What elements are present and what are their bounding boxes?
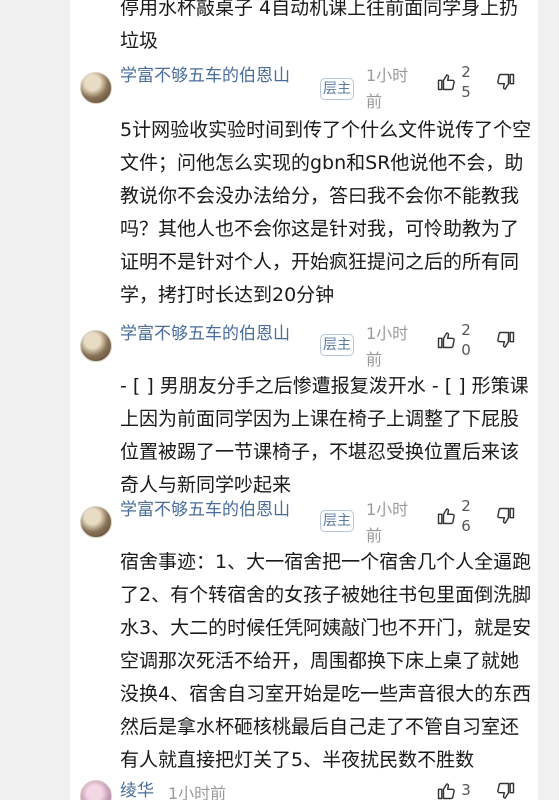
thumbs-down-icon[interactable]: [496, 781, 516, 800]
username[interactable]: 绫华: [120, 778, 160, 800]
floor-owner-badge: 层主: [320, 78, 354, 100]
like-count: 3: [461, 781, 471, 799]
avatar[interactable]: [80, 330, 112, 362]
thumbs-down-icon[interactable]: [496, 72, 516, 92]
avatar[interactable]: [80, 780, 112, 800]
thumbs-up-icon[interactable]: [436, 72, 456, 92]
comment-text-truncated: 停用水杯敲桌子 4自动机课上往前面同学身上扔垃圾: [120, 0, 519, 52]
username[interactable]: 学富不够五车的伯恩山: [120, 497, 310, 523]
floor-owner-badge: 层主: [320, 510, 354, 532]
thumbs-up-icon[interactable]: [436, 330, 456, 350]
right-margin: [538, 0, 559, 800]
thumbs-down-icon[interactable]: [496, 506, 516, 526]
thumbs-up-icon[interactable]: [436, 781, 456, 800]
username[interactable]: 学富不够五车的伯恩山: [120, 63, 310, 89]
like-count: 25: [461, 63, 471, 101]
floor-owner-badge: 层主: [320, 334, 354, 356]
timestamp: 1小时前: [366, 500, 409, 545]
comment-body: - [ ] 男朋友分手之后惨遭报复泼开水 - [ ] 形策课上因为前面同学因为上…: [120, 375, 529, 496]
comment-panel: 停用水杯敲桌子 4自动机课上往前面同学身上扔垃圾 学富不够五车的伯恩山 层主 1…: [70, 0, 538, 800]
username[interactable]: 学富不够五车的伯恩山: [120, 321, 310, 347]
avatar[interactable]: [80, 72, 112, 104]
avatar[interactable]: [80, 506, 112, 538]
timestamp: 1小时前: [366, 324, 409, 369]
comment-body: 宿舍事迹：1、大一宿舍把一个宿舍几个人全逼跑了2、有个转宿舍的女孩子被她往书包里…: [120, 551, 532, 771]
like-count: 26: [461, 497, 471, 535]
timestamp: 1小时前: [168, 784, 227, 800]
like-count: 20: [461, 321, 471, 359]
thumbs-up-icon[interactable]: [436, 506, 456, 526]
comment-body: 5计网验收实验时间到传了个什么文件说传了个空文件；问他怎么实现的gbn和SR他说…: [120, 119, 532, 306]
thumbs-down-icon[interactable]: [496, 330, 516, 350]
timestamp: 1小时前: [366, 66, 409, 111]
